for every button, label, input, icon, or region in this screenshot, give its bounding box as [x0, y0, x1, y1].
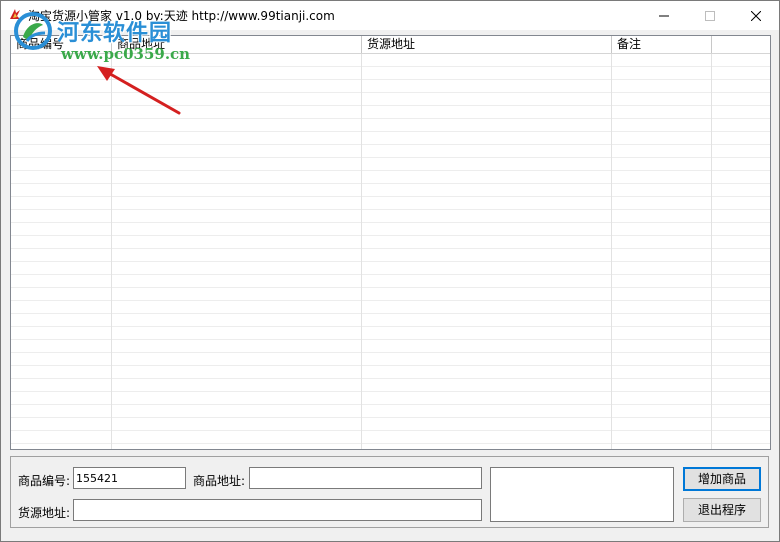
list-header: 商品编号 商品地址 货源地址 备注: [11, 36, 770, 54]
product-url-label: 商品地址:: [193, 474, 246, 488]
app-icon: [10, 9, 20, 19]
source-url-label: 货源地址:: [18, 506, 71, 520]
column-header-product-url[interactable]: 商品地址: [112, 36, 362, 53]
column-header-product-id[interactable]: 商品编号: [11, 36, 112, 53]
close-icon: [751, 10, 761, 21]
maximize-icon: [705, 10, 715, 21]
product-list[interactable]: 商品编号 商品地址 货源地址 备注: [10, 35, 771, 450]
column-divider: [611, 54, 612, 449]
main-window: 淘宝货源小管家 v1.0 by:天迹 http://www.99tianji.c…: [0, 0, 780, 542]
column-header-notes[interactable]: 备注: [612, 36, 712, 53]
list-body[interactable]: [11, 54, 770, 449]
exit-program-button[interactable]: 退出程序: [683, 498, 761, 522]
column-header-source-url[interactable]: 货源地址: [362, 36, 612, 53]
product-url-input[interactable]: [249, 467, 482, 489]
add-product-button[interactable]: 增加商品: [683, 467, 761, 491]
close-button[interactable]: [733, 1, 779, 30]
product-id-input[interactable]: [73, 467, 186, 489]
column-divider: [361, 54, 362, 449]
product-id-label: 商品编号:: [18, 474, 71, 488]
column-divider: [111, 54, 112, 449]
minimize-icon: [659, 15, 669, 16]
column-divider: [711, 54, 712, 449]
window-title: 淘宝货源小管家 v1.0 by:天迹 http://www.99tianji.c…: [28, 9, 335, 23]
maximize-button[interactable]: [687, 1, 733, 30]
source-url-input[interactable]: [73, 499, 482, 521]
notes-textarea[interactable]: [490, 467, 674, 522]
title-bar[interactable]: 淘宝货源小管家 v1.0 by:天迹 http://www.99tianji.c…: [1, 1, 779, 30]
minimize-button[interactable]: [641, 1, 687, 30]
